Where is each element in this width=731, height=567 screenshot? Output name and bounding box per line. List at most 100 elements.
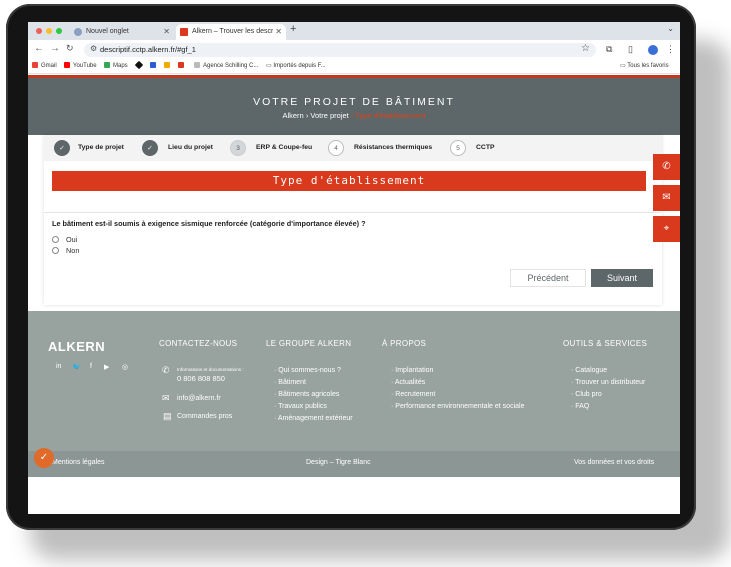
legal-link[interactable]: Mentions légales [52,459,105,466]
new-tab-button[interactable]: + [290,23,296,35]
radio-non-label[interactable]: Non [66,246,79,255]
close-tab-icon[interactable]: ✕ [273,24,282,40]
link-label: Club pro [575,391,602,398]
footer-bottom-bar: Mentions légales Design – Tigre Blanc Vo… [28,451,680,477]
linkedin-icon[interactable]: in [56,363,61,370]
groupe-link-1[interactable]: · Qui sommes-nous ? [274,367,341,374]
radio-oui[interactable] [52,236,59,243]
divider [44,212,662,213]
sidebar-icon[interactable]: ▯ [628,44,633,55]
bookmark-favicon-2[interactable] [150,62,159,69]
alkern-logo[interactable]: ALKERN [48,339,105,354]
tab-bar: Nouvel onglet ✕ Alkern – Trouver les des… [28,22,680,40]
bookmark-favicon-1[interactable] [134,60,145,70]
minimize-window-button[interactable] [46,28,52,34]
site-settings-icon[interactable]: ⚙ [90,44,97,53]
bookmark-all[interactable]: ▭ Tous les favoris [620,62,669,69]
bookmark-label: Agence Schilling C... [203,63,259,69]
forward-arrow-icon[interactable]: → [50,43,60,54]
question-label: Le bâtiment est-il soumis à exigence sis… [52,219,366,228]
clipboard-icon: ▤ [163,411,172,421]
location-button[interactable]: ⌖ [653,216,680,242]
step-2-label[interactable]: Lieu du projet [168,144,213,151]
link-label: Qui sommes-nous ? [278,367,341,374]
apropos-link-4[interactable]: · Performance environnementale et social… [391,403,524,410]
groupe-link-5[interactable]: · Aménagement extérieur [274,415,353,422]
bookmark-favicon-3[interactable] [164,62,173,69]
apropos-link-3[interactable]: · Recrutement [391,391,435,398]
youtube-icon[interactable]: ▶ [104,363,109,371]
step-5-number: 5 [450,140,466,156]
previous-button[interactable]: Précédent [510,269,586,287]
groupe-heading: LE GROUPE ALKERN [266,339,352,348]
step-3-number: 3 [230,140,246,156]
back-arrow-icon[interactable]: ← [34,43,44,54]
reload-icon[interactable]: ↻ [66,43,74,54]
phone-button[interactable]: ✆ [653,154,680,180]
apropos-heading: À PROPOS [382,339,427,348]
outils-link-3[interactable]: · Club pro [571,391,602,398]
close-window-button[interactable] [36,28,42,34]
mail-button[interactable]: ✉ [653,185,680,211]
chevron-down-icon[interactable]: ⌄ [667,24,674,33]
close-tab-icon[interactable]: ✕ [163,24,170,40]
breadcrumb-parent[interactable]: Votre projet [310,111,348,120]
link-label: Bâtiments agricoles [278,391,340,398]
tab-title: Alkern – Trouver les descripti [192,28,283,35]
radio-non[interactable] [52,247,59,254]
bookmarks-bar: Gmail YouTube Maps Agence Schilling C...… [28,60,680,74]
phone-icon: ✆ [162,365,170,375]
square-icon [150,62,156,68]
extensions-icon[interactable]: ⧉ [606,44,612,55]
twitter-icon[interactable]: 🐦 [72,363,81,371]
step-2-check-icon[interactable]: ✓ [142,140,158,156]
groupe-link-4[interactable]: · Travaux publics [274,403,327,410]
orders-link[interactable]: Commandes pros [177,413,232,420]
phone-number[interactable]: 0 806 808 850 [177,374,225,383]
mail-icon: ✉ [662,192,671,203]
alkern-favicon-icon [180,28,188,36]
link-label: FAQ [575,403,590,410]
privacy-link[interactable]: Vos données et vos droits [574,459,654,466]
groupe-link-3[interactable]: · Bâtiments agricoles [274,391,339,398]
outils-link-1[interactable]: · Catalogue [571,367,607,374]
breadcrumb: Alkern › Votre projet › Type d'établisse… [28,111,680,120]
design-credit[interactable]: Design – Tigre Blanc [306,459,371,466]
step-1-check-icon[interactable]: ✓ [54,140,70,156]
profile-avatar[interactable] [648,45,658,55]
radio-oui-label[interactable]: Oui [66,235,77,244]
step-5-label: CCTP [476,144,495,151]
next-button[interactable]: Suivant [591,269,653,287]
more-menu-icon[interactable]: ⋮ [666,44,675,55]
apropos-link-1[interactable]: · Implantation [391,367,433,374]
hero-banner: VOTRE PROJET DE BÂTIMENT Alkern › Votre … [28,75,680,135]
breadcrumb-home[interactable]: Alkern [282,111,303,120]
bookmark-maps[interactable]: Maps [104,62,128,69]
email-link[interactable]: info@alkern.fr [177,395,221,402]
groupe-link-2[interactable]: · Bâtiment [274,379,306,386]
link-label: Bâtiment [278,379,306,386]
instagram-icon[interactable]: ◎ [122,363,128,371]
bookmark-label: Tous les favoris [627,63,669,69]
facebook-icon[interactable]: f [90,363,92,370]
url-text: descriptif.cctp.alkern.fr/#gf_1 [100,45,196,54]
bookmark-youtube[interactable]: YouTube [64,62,97,69]
cookie-settings-button[interactable]: ✓ [34,448,54,468]
tab-new-tab[interactable]: Nouvel onglet ✕ [70,24,174,40]
bookmark-gmail[interactable]: Gmail [32,62,57,69]
maximize-window-button[interactable] [56,28,62,34]
apropos-link-2[interactable]: · Actualités [391,379,425,386]
tab-alkern[interactable]: Alkern – Trouver les descripti ✕ [176,24,286,40]
step-3-label: ERP & Coupe-feu [256,144,313,151]
bookmark-label: Gmail [41,63,57,69]
bookmark-agence[interactable]: Agence Schilling C... [194,62,258,69]
outils-heading: OUTILS & SERVICES [563,339,648,348]
bookmark-favicon-4[interactable] [178,62,187,69]
address-bar[interactable]: ⚙ descriptif.cctp.alkern.fr/#gf_1 ☆ [84,43,596,57]
browser-toolbar: ← → ↻ ⚙ descriptif.cctp.alkern.fr/#gf_1 … [28,40,680,60]
step-1-label[interactable]: Type de projet [78,144,124,151]
outils-link-4[interactable]: · FAQ [571,403,589,410]
bookmark-imported[interactable]: ▭ Importés depuis F... [266,62,326,69]
bookmark-star-icon[interactable]: ☆ [581,43,590,54]
outils-link-2[interactable]: · Trouver un distributeur [571,379,645,386]
